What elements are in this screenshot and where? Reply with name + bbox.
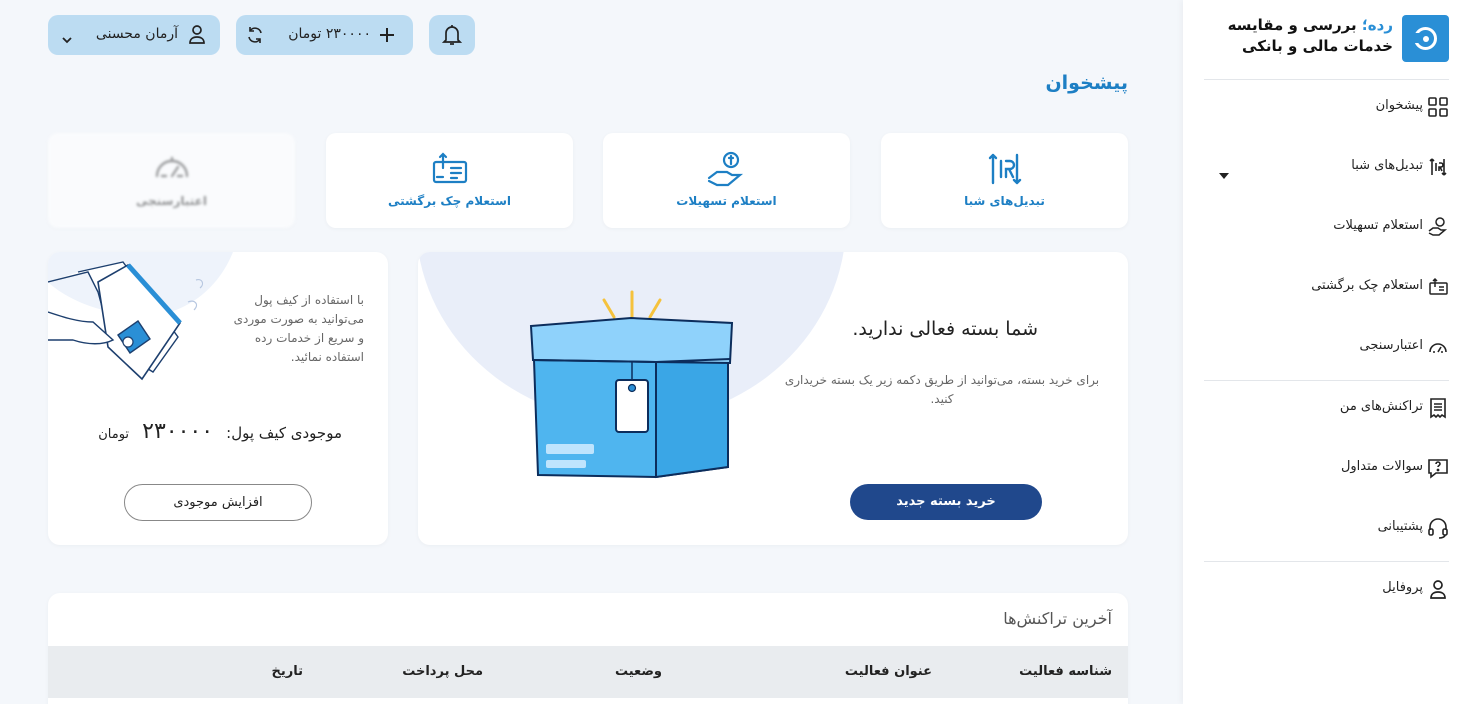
column-header: عنوان فعالیت	[844, 664, 932, 679]
page-title: پیشخوان	[1045, 72, 1128, 94]
column-header: تاریخ	[271, 664, 304, 679]
credit-gauge-icon	[153, 150, 191, 188]
wallet-balance: موجودی کیف پول: ۲۳۰۰۰۰ تومان	[98, 419, 342, 444]
transactions-title: آخرین تراکنش‌ها	[1003, 609, 1112, 628]
sidebar-item-label: پشتیبانی	[1377, 519, 1423, 534]
sidebar-item-check[interactable]: استعلام چک برگشتی	[1204, 273, 1449, 303]
sidebar-divider	[1204, 561, 1449, 562]
iban-convert-icon	[987, 150, 1023, 192]
service-card-credit: اعتبارسنجی	[48, 133, 295, 228]
brand-name: رده؛	[1361, 16, 1393, 34]
notifications-button[interactable]	[429, 15, 475, 55]
column-header: شناسه فعالیت	[1019, 664, 1112, 679]
package-description: برای خرید بسته، می‌توانید از طریق دکمه ز…	[784, 373, 1100, 406]
brand-title-rest: بررسی و مقایسه	[1227, 16, 1362, 34]
wallet-description: با استفاده از کیف پول می‌توانید به صورت …	[233, 293, 364, 364]
sidebar-item-credit[interactable]: اعتبارسنجی	[1204, 333, 1449, 363]
dashboard-grid-icon	[1427, 96, 1449, 118]
loan-hand-icon	[1427, 216, 1449, 238]
bell-icon	[441, 24, 463, 50]
user-icon	[188, 24, 206, 48]
user-icon	[1427, 578, 1449, 600]
user-menu-button[interactable]: آرمان محسنی	[48, 15, 220, 55]
wallet-topup-button[interactable]: ۲۳۰۰۰۰ تومان	[236, 15, 413, 55]
sidebar-item-iban[interactable]: تبدیل‌های شبا	[1204, 153, 1449, 183]
iban-convert-icon	[1427, 156, 1449, 178]
sidebar: رده؛ بررسی و مقایسه خدمات مالی و بانکی پ…	[1183, 0, 1466, 704]
sidebar-divider	[1204, 380, 1449, 381]
sidebar-item-label: اعتبارسنجی	[1359, 338, 1424, 353]
bounced-check-icon	[1427, 276, 1449, 298]
sidebar-item-loans[interactable]: استعلام تسهیلات	[1204, 213, 1449, 243]
headset-icon	[1427, 517, 1449, 539]
transactions-panel: آخرین تراکنش‌ها شناسه فعالیت عنوان فعالی…	[48, 593, 1128, 704]
service-card-check[interactable]: استعلام چک برگشتی	[326, 133, 573, 228]
sidebar-item-transactions[interactable]: تراکنش‌های من	[1204, 394, 1449, 424]
user-name: آرمان محسنی	[95, 26, 178, 42]
chevron-down-icon[interactable]	[1219, 164, 1229, 183]
wallet-balance-value: ۲۳۰۰۰۰	[142, 419, 214, 444]
bounced-check-icon	[431, 150, 469, 190]
wallet-balance-label: موجودی کیف پول:	[226, 424, 342, 442]
refresh-icon[interactable]	[245, 25, 265, 49]
column-header: محل پرداخت	[402, 664, 483, 679]
service-card-label: تبدیل‌های شبا	[964, 194, 1045, 208]
service-card-label: اعتبارسنجی	[135, 194, 207, 208]
faq-icon	[1427, 457, 1449, 479]
sidebar-item-label: پروفایل	[1382, 580, 1423, 595]
sidebar-item-label: تبدیل‌های شبا	[1351, 158, 1423, 173]
service-card-label: استعلام چک برگشتی	[388, 194, 511, 208]
sidebar-item-label: پیشخوان	[1375, 98, 1423, 113]
package-title: شما بسته فعالی ندارید.	[852, 318, 1038, 340]
sidebar-item-dashboard[interactable]: پیشخوان	[1204, 93, 1449, 123]
service-card-iban[interactable]: تبدیل‌های شبا	[881, 133, 1128, 228]
buy-package-button[interactable]: خرید بسته جدید	[850, 484, 1042, 520]
sidebar-item-label: استعلام تسهیلات	[1333, 218, 1423, 233]
transactions-table-header: شناسه فعالیت عنوان فعالیت وضعیت محل پردا…	[48, 646, 1128, 698]
loan-hand-icon	[707, 150, 747, 192]
service-card-label: استعلام تسهیلات	[676, 194, 777, 208]
chevron-down-icon	[62, 29, 72, 48]
sidebar-item-profile[interactable]: پروفایل	[1204, 575, 1449, 605]
plus-icon	[379, 27, 395, 47]
empty-box-illustration	[529, 290, 734, 479]
sidebar-item-faq[interactable]: سوالات متداول	[1204, 454, 1449, 484]
column-header: وضعیت	[614, 664, 662, 679]
service-card-loans[interactable]: استعلام تسهیلات	[603, 133, 850, 228]
wallet-panel: با استفاده از کیف پول می‌توانید به صورت …	[48, 252, 388, 545]
brand-title: رده؛ بررسی و مقایسه	[1228, 16, 1393, 34]
sidebar-item-label: سوالات متداول	[1340, 459, 1423, 474]
wallet-balance-unit: تومان	[98, 427, 130, 442]
wallet-illustration	[48, 252, 233, 381]
sidebar-item-support[interactable]: پشتیبانی	[1204, 514, 1449, 544]
sidebar-divider	[1204, 79, 1449, 80]
sidebar-item-label: تراکنش‌های من	[1339, 399, 1423, 414]
brand-subtitle: خدمات مالی و بانکی	[1242, 37, 1393, 55]
package-panel: شما بسته فعالی ندارید. برای خرید بسته، م…	[418, 252, 1128, 545]
credit-gauge-icon	[1427, 336, 1449, 358]
sidebar-item-label: استعلام چک برگشتی	[1311, 278, 1423, 293]
increase-balance-button[interactable]: افزایش موجودی	[124, 484, 312, 521]
receipt-icon	[1427, 397, 1449, 419]
brand-logo-icon	[1402, 15, 1449, 62]
brand[interactable]: رده؛ بررسی و مقایسه خدمات مالی و بانکی	[1219, 15, 1449, 63]
wallet-amount: ۲۳۰۰۰۰ تومان	[288, 26, 371, 42]
